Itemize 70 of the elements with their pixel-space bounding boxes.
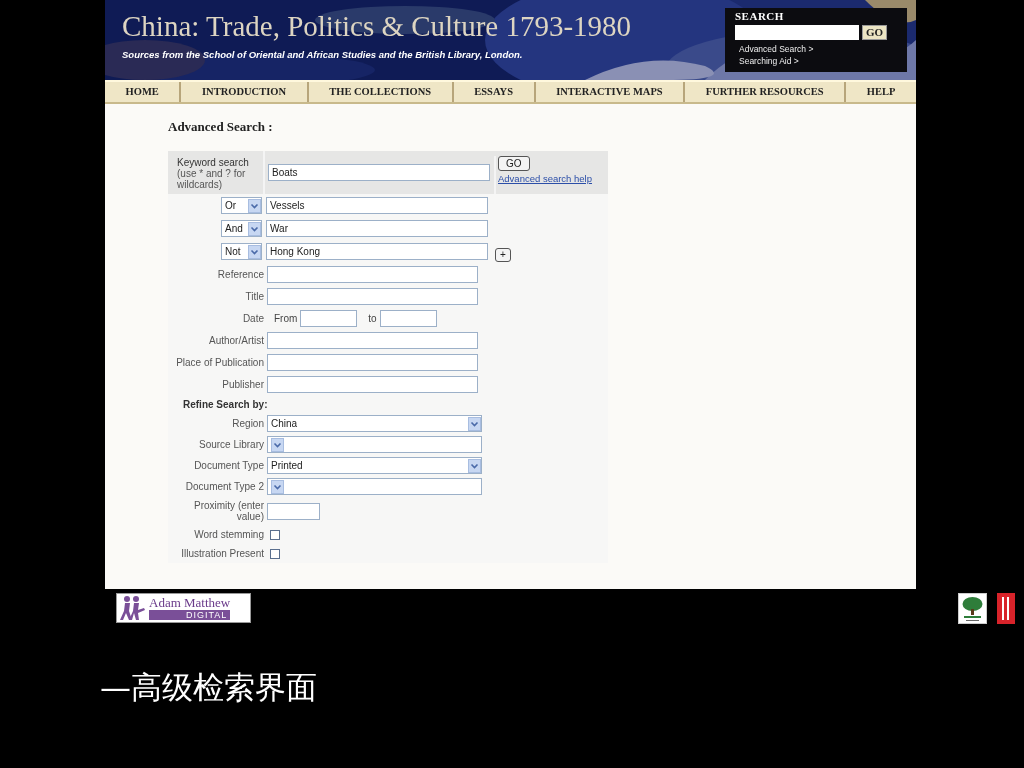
chevron-down-icon [271,437,284,452]
number-field[interactable] [267,502,320,520]
nav-tab[interactable]: THE COLLECTIONS [308,82,454,102]
field-label: Illustration Present [180,548,264,559]
text-field[interactable] [267,353,478,371]
search-link[interactable]: Advanced Search > [739,44,897,54]
search-term-field[interactable]: Vessels [266,197,488,214]
dropdown[interactable] [267,436,482,453]
checkbox[interactable] [270,548,280,559]
tree-logo-icon [958,593,987,624]
go-button[interactable]: GO [498,156,530,171]
field-label: Title [244,290,264,302]
running-figures-icon [119,595,147,621]
checkbox[interactable] [270,529,280,540]
site-title: China: Trade, Politics & Culture 1793-1980 [122,10,632,43]
chevron-down-icon [248,244,261,259]
logo-name: Adam Matthew [149,596,231,610]
search-term-field[interactable]: Hong Kong [266,243,488,260]
search-field[interactable] [735,25,859,40]
field-label: Keyword search [177,157,250,168]
logo-tagline: DIGITAL [149,610,231,620]
text-field[interactable] [267,265,478,283]
text-field[interactable] [267,331,478,349]
chevron-down-icon [248,221,261,236]
keyword-field[interactable]: Boats [268,164,490,181]
field-label: Document Type [193,460,264,471]
date-field[interactable] [379,309,437,327]
nav-tab[interactable]: FURTHER RESOURCES [685,82,847,102]
nav-tab[interactable]: INTERACTIVE MAPS [535,82,686,102]
dropdown[interactable]: Printed [267,457,482,474]
field-label: Reference [216,268,264,280]
section-heading: Refine Search by: [182,398,269,412]
field-label: Region [231,418,264,429]
field-label: Document Type 2 [184,481,264,492]
chevron-down-icon [271,479,284,494]
help-link[interactable]: Advanced search help [498,173,592,184]
field-label: Publisher [221,378,264,390]
field-label: From [274,312,298,324]
date-field[interactable] [300,309,358,327]
chevron-down-icon [468,416,481,431]
field-label: Word stemming [193,529,264,540]
dropdown[interactable] [267,478,482,495]
chevron-down-icon [468,458,481,473]
field-label: to [368,312,377,324]
add-row-button[interactable]: + [495,247,511,262]
go-button[interactable]: GO [862,25,888,40]
operator-dropdown[interactable]: Or [221,197,262,214]
field-label: Date [241,312,264,324]
chevron-down-icon [248,198,261,213]
field-label: Place of Publication [175,356,264,368]
page-heading: Advanced Search : [168,119,273,135]
field-hint: (use * and ? for wildcards) [177,168,247,190]
field-label: Source Library [197,439,264,450]
slide-caption: —高级检索界面 [100,668,317,707]
nav-tab[interactable]: INTRODUCTION [181,82,309,102]
text-field[interactable] [267,375,478,393]
search-link[interactable]: Searching Aid > [739,56,897,66]
search-term-field[interactable]: War [266,220,488,237]
text-field[interactable] [267,287,478,305]
nav-tab[interactable]: HELP [846,82,916,102]
site-subtitle: Sources from the School of Oriental and African Studies and the British Library, London. [122,49,524,60]
operator-dropdown[interactable]: Not [221,243,262,260]
operator-dropdown[interactable]: And [221,220,262,237]
nav-tab[interactable]: ESSAYS [453,82,536,102]
nav-tab[interactable]: HOME [105,82,182,102]
library-logo-icon [997,593,1015,624]
search-heading: SEARCH [735,10,785,22]
dropdown[interactable]: China [267,415,482,432]
field-label: Proximity (enter value) [193,500,264,522]
field-label: Author/Artist [207,334,264,346]
